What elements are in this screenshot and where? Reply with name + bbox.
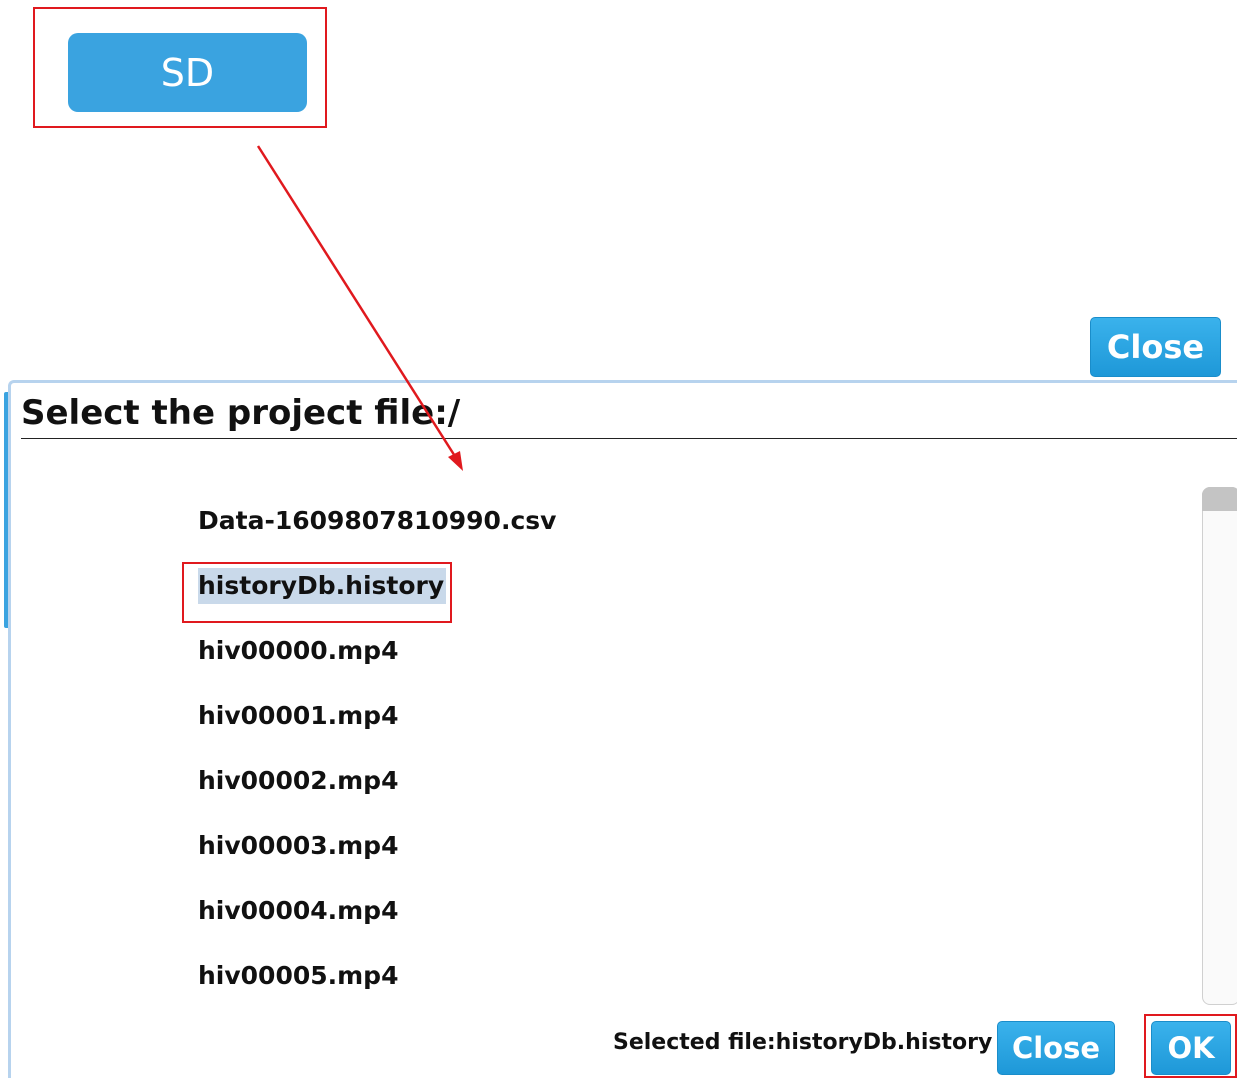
dialog-edge: [4, 392, 8, 628]
screenshot-stage: SD Close Select the project file:/ Data-…: [0, 0, 1237, 1078]
top-close-button[interactable]: Close: [1090, 317, 1221, 377]
title-divider: [21, 438, 1237, 439]
file-name: hiv00002.mp4: [198, 766, 399, 795]
file-name: hiv00005.mp4: [198, 961, 399, 990]
selected-file-status: Selected file:historyDb.history: [613, 1030, 993, 1055]
dialog-close-button[interactable]: Close: [997, 1021, 1115, 1075]
file-list-item[interactable]: hiv00004.mp4: [198, 878, 558, 943]
sd-button[interactable]: SD: [68, 33, 307, 112]
file-name: hiv00003.mp4: [198, 831, 399, 860]
file-name: hiv00001.mp4: [198, 701, 399, 730]
file-name: hiv00004.mp4: [198, 896, 399, 925]
file-list-item[interactable]: hiv00003.mp4: [198, 813, 558, 878]
scrollbar-thumb[interactable]: [1202, 487, 1237, 511]
file-name: hiv00000.mp4: [198, 636, 399, 665]
file-list-scrollbar[interactable]: [1202, 487, 1237, 1005]
file-list-item[interactable]: hiv00005.mp4: [198, 943, 558, 1008]
file-list-item[interactable]: hiv00002.mp4: [198, 748, 558, 813]
file-name: Data-1609807810990.csv: [198, 506, 557, 535]
file-select-dialog: [8, 380, 1237, 1078]
file-list-item[interactable]: Data-1609807810990.csv: [198, 488, 558, 553]
file-list-item[interactable]: hiv00001.mp4: [198, 683, 558, 748]
dialog-title: Select the project file:/: [21, 393, 461, 433]
file-list-item[interactable]: hiv00000.mp4: [198, 618, 558, 683]
selected-file-highlight: [182, 562, 452, 623]
ok-button-highlight: [1144, 1014, 1237, 1078]
